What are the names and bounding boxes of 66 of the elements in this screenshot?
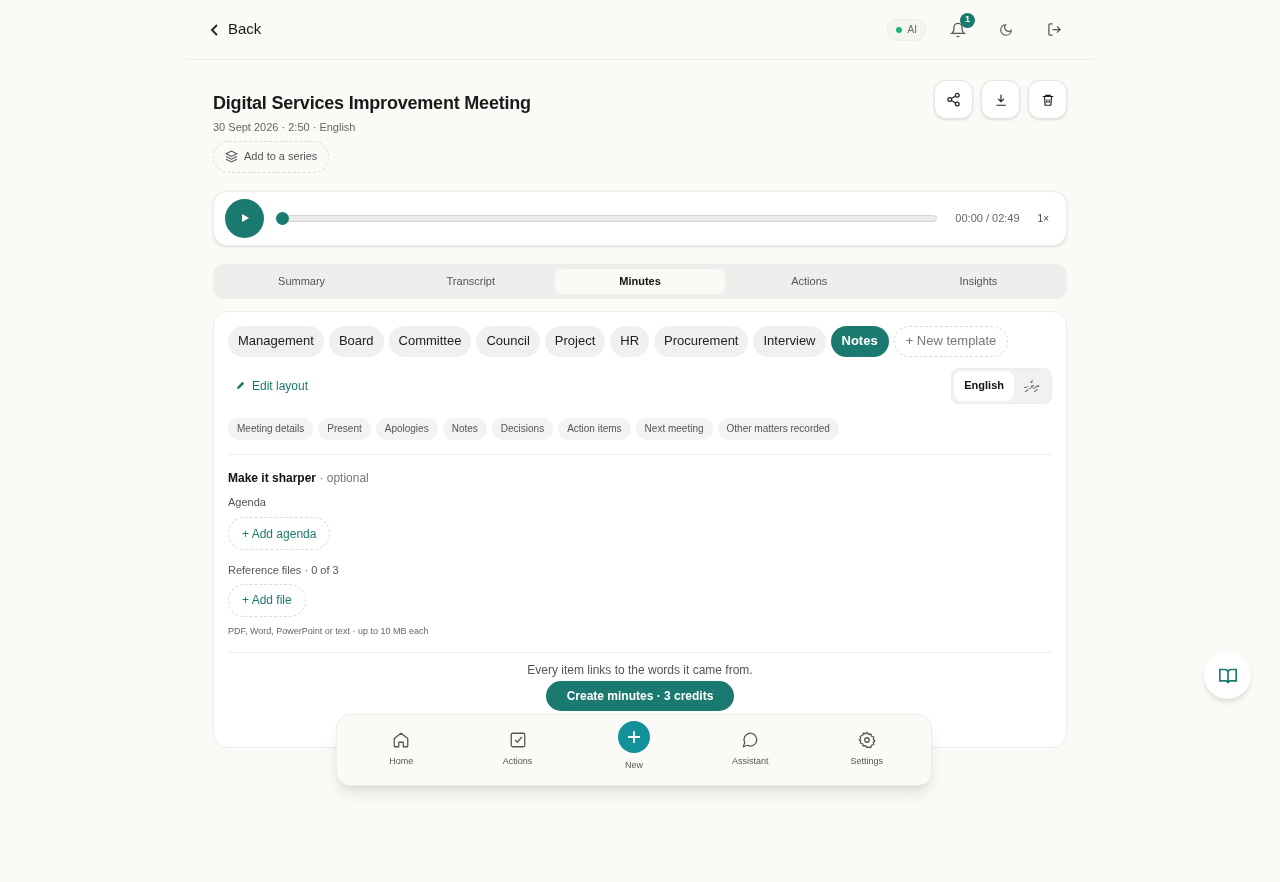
pencil-icon (235, 380, 246, 391)
settings-icon (857, 731, 876, 750)
notification-count: 1 (960, 12, 975, 28)
share-icon (946, 92, 961, 107)
nav-item[interactable]: Settings (816, 720, 917, 780)
template-chip[interactable]: Interview (753, 325, 826, 357)
template-chip[interactable]: Board (328, 325, 384, 357)
bell-icon (950, 21, 966, 38)
back-button[interactable]: Back (210, 18, 262, 41)
notifications-button[interactable]: 1 (942, 13, 974, 46)
field-label: Reference files · 0 of 3 (228, 563, 340, 578)
speed-button[interactable]: 1× (1031, 210, 1055, 226)
chevron-left-icon (210, 22, 220, 37)
home-icon (392, 731, 411, 750)
section-chip: Notes (442, 417, 487, 440)
chat-bubble-icon (741, 731, 760, 750)
template-chip[interactable]: HR (610, 325, 650, 357)
section-chip: Decisions (491, 417, 554, 440)
file-hint: PDF, Word, PowerPoint or text · up to 10 MB each (228, 624, 430, 638)
nav-item[interactable]: New (583, 720, 684, 780)
section-chip: Apologies (375, 417, 438, 440)
field-label: Agenda (228, 494, 267, 510)
edit-layout-link[interactable]: Edit layout (235, 376, 309, 395)
logout-icon (1046, 22, 1062, 37)
trash-icon (1040, 92, 1055, 107)
tab[interactable]: Actions (724, 268, 894, 294)
nav-item[interactable]: Home (351, 720, 452, 780)
language-option[interactable]: English (954, 370, 1014, 401)
section-chip: Present (318, 417, 371, 440)
footer-note: Every item links to the words it came from. (526, 662, 754, 679)
template-chip[interactable]: Procurement (654, 325, 749, 357)
ai-status-badge: AI (886, 18, 926, 41)
template-chip[interactable]: Notes (830, 325, 889, 357)
book-icon (1217, 666, 1238, 685)
plus-icon (617, 721, 650, 754)
tab[interactable]: Transcript (386, 268, 556, 294)
nav-item[interactable]: Assistant (700, 720, 801, 780)
section-chip: Next meeting (635, 417, 713, 440)
nav-item[interactable]: Actions (467, 720, 568, 780)
tab[interactable]: Minutes (555, 268, 725, 294)
play-button[interactable] (225, 198, 264, 238)
section-heading: Make it sharper · optional (228, 469, 370, 487)
language-option[interactable]: ދިވެހި (1014, 370, 1049, 401)
tab[interactable]: Insights (893, 268, 1063, 294)
section-chip: Other matters recorded (717, 417, 839, 440)
template-chip[interactable]: Council (476, 325, 540, 357)
section-chip: Action items (558, 417, 631, 440)
template-chip[interactable]: Management (228, 325, 324, 357)
playback-time: 00:00 / 02:49 (955, 210, 1020, 226)
progress-track[interactable] (276, 211, 938, 225)
play-icon (239, 213, 250, 223)
create-minutes-button[interactable]: Create minutes · 3 credits (545, 681, 735, 711)
download-icon (993, 92, 1008, 107)
template-chip[interactable]: Committee (388, 325, 472, 357)
meeting-meta: 30 Sept 2026 · 2:50 · English (213, 120, 357, 135)
template-chip[interactable]: Project (544, 325, 606, 357)
moon-icon (999, 22, 1013, 37)
section-chip: Meeting details (228, 417, 314, 440)
layers-icon (225, 150, 238, 163)
share-button[interactable] (934, 80, 973, 119)
guide-button[interactable] (1204, 652, 1251, 699)
checkbox-icon (508, 731, 527, 750)
meeting-title: Digital Services Improvement Meeting (213, 92, 531, 115)
progress-handle[interactable] (276, 211, 289, 225)
tab[interactable]: Summary (217, 268, 387, 294)
delete-button[interactable] (1028, 80, 1067, 119)
